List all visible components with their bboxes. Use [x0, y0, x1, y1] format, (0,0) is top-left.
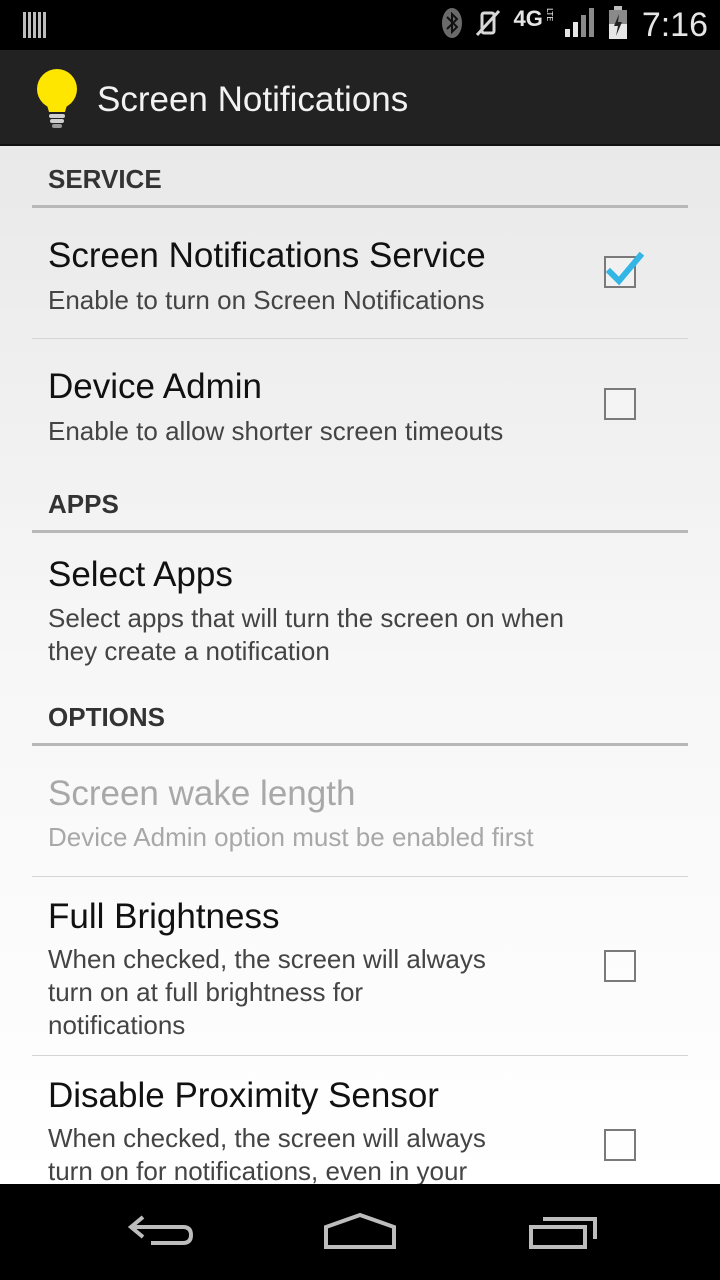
pref-screen-wake-length: Screen wake length Device Admin option m…: [32, 746, 688, 877]
recent-apps-button[interactable]: [522, 1206, 602, 1256]
pref-device-admin[interactable]: Device Admin Enable to allow shorter scr…: [32, 339, 688, 473]
signal-strength-icon: [564, 7, 598, 43]
notification-barcode-icon: [22, 10, 48, 44]
pref-title: Disable Proximity Sensor: [48, 1076, 439, 1115]
app-title: Screen Notifications: [97, 80, 409, 119]
action-bar: Screen Notifications: [0, 50, 720, 146]
pref-disable-proximity-sensor[interactable]: Disable Proximity Sensor When checked, t…: [32, 1056, 688, 1184]
home-button[interactable]: [320, 1206, 400, 1256]
device-admin-checkbox[interactable]: [604, 388, 636, 420]
category-header-service: SERVICE: [32, 146, 688, 208]
pref-full-brightness[interactable]: Full Brightness When checked, the screen…: [32, 877, 688, 1056]
pref-title: Select Apps: [48, 555, 233, 594]
category-label: SERVICE: [48, 164, 162, 194]
pref-summary: Enable to turn on Screen Notifications: [48, 285, 485, 315]
category-label: APPS: [48, 489, 119, 519]
bluetooth-icon: [441, 7, 463, 43]
pref-screen-notifications-service[interactable]: Screen Notifications Service Enable to t…: [32, 208, 688, 339]
proximity-sensor-checkbox[interactable]: [604, 1129, 636, 1161]
home-icon: [324, 1212, 396, 1249]
status-bar: 4G LTE 7:16: [0, 0, 720, 50]
pref-title: Device Admin: [48, 367, 262, 406]
network-type-label: 4G: [513, 6, 543, 31]
checkmark-icon: [605, 251, 645, 286]
back-arrow-icon: [127, 1215, 194, 1245]
vibrate-mute-icon: [473, 7, 503, 43]
recent-apps-icon: [529, 1217, 597, 1249]
battery-icon: [608, 6, 628, 44]
pref-summary-line: turn on for notifications, even in your: [48, 1156, 468, 1184]
pref-summary-line: When checked, the screen will always: [48, 944, 486, 974]
pref-summary-line: Select apps that will turn the screen on…: [48, 603, 564, 633]
pref-select-apps[interactable]: Select Apps Select apps that will turn t…: [32, 533, 688, 685]
network-subtype-label: LTE: [544, 8, 554, 22]
pref-summary-line: turn on at full brightness for: [48, 977, 364, 1007]
category-label: OPTIONS: [48, 702, 166, 732]
pref-summary-line: they create a notification: [48, 636, 330, 666]
pref-title: Screen Notifications Service: [48, 236, 486, 275]
preferences-list[interactable]: SERVICE Screen Notifications Service Ena…: [0, 146, 720, 1184]
pref-title: Full Brightness: [48, 897, 280, 936]
pref-summary: Device Admin option must be enabled firs…: [48, 822, 534, 852]
service-checkbox[interactable]: [604, 251, 645, 288]
back-button[interactable]: [120, 1206, 200, 1256]
full-brightness-checkbox[interactable]: [604, 950, 636, 982]
clock-time: 7:16: [641, 5, 708, 44]
pref-title: Screen wake length: [48, 774, 356, 813]
lightbulb-icon: [34, 68, 80, 130]
pref-summary-line: When checked, the screen will always: [48, 1123, 486, 1153]
navigation-bar: [0, 1184, 720, 1280]
pref-summary-line: notifications: [48, 1010, 186, 1040]
category-header-apps: APPS: [32, 473, 688, 533]
pref-summary: Enable to allow shorter screen timeouts: [48, 416, 504, 446]
category-header-options: OPTIONS: [32, 685, 688, 746]
